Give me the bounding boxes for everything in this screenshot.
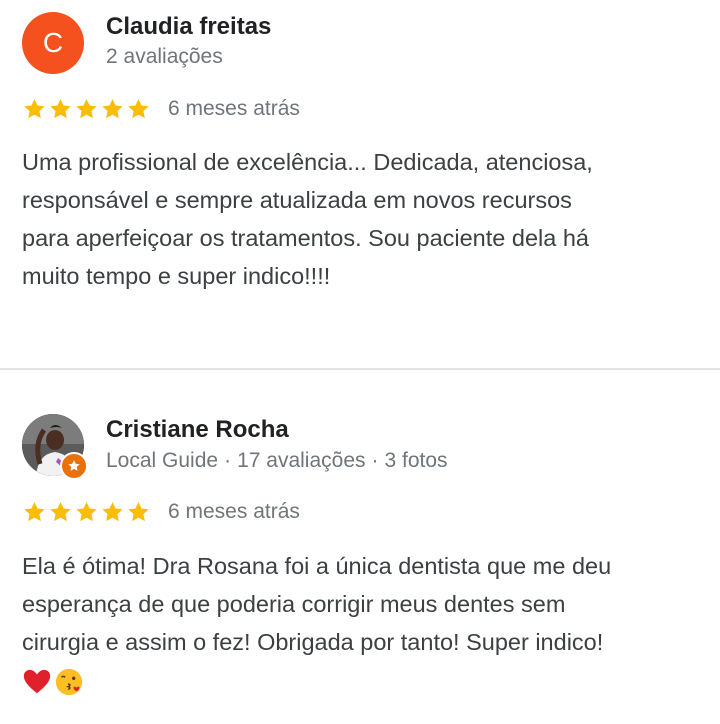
kissing-face-icon	[55, 668, 83, 695]
reviewer-name[interactable]: Cristiane Rocha	[106, 416, 289, 444]
review-text-line: para aperfeiçoar os tratamentos. Sou pac…	[22, 225, 589, 251]
review-text-line: Uma profissional de excelência... Dedica…	[22, 149, 593, 175]
review-time: 6 meses atrás	[168, 97, 300, 120]
star-rating	[22, 500, 152, 525]
avatar[interactable]	[22, 414, 88, 480]
review-text-line: Ela é ótima! Dra Rosana foi a única dent…	[22, 553, 612, 579]
avatar[interactable]: C	[22, 12, 84, 74]
star-rating	[22, 97, 152, 122]
photos-count: 3 fotos	[384, 449, 448, 472]
star-icon	[102, 501, 123, 521]
review-text-line: responsável e sempre atualizada em novos…	[22, 187, 572, 213]
star-icon	[24, 501, 45, 521]
star-icon	[24, 98, 45, 118]
review-card: Cristiane Rocha Local Guide · 17 avaliaçõe…	[0, 370, 720, 724]
reviewer-meta: Local Guide · 17 avaliações · 3 fotos	[106, 449, 448, 473]
rating-row: 6 meses atrás	[22, 94, 300, 124]
local-guide-badge-icon	[60, 452, 88, 480]
review-text: Ela é ótima! Dra Rosana foi a única dent…	[22, 547, 702, 699]
star-icon	[102, 98, 123, 118]
separator: ·	[371, 449, 379, 472]
star-icon	[50, 98, 71, 118]
review-text: Uma profissional de excelência... Dedica…	[22, 143, 702, 295]
star-icon	[76, 501, 97, 521]
star-icon	[50, 501, 71, 521]
review-card: C Claudia freitas 2 avaliações 6 meses a…	[0, 0, 720, 368]
red-heart-icon	[23, 669, 51, 694]
review-text-line: esperança de que poderia corrigir meus d…	[22, 591, 566, 617]
review-text-line: cirurgia e assim o fez! Obrigada por tan…	[22, 629, 604, 655]
review-text-line: muito tempo e super indico!!!!	[22, 263, 331, 289]
reviews-count: 2 avaliações	[106, 45, 223, 68]
star-icon	[128, 98, 149, 118]
rating-row: 6 meses atrás	[22, 497, 300, 527]
separator: ·	[224, 449, 232, 472]
star-badge-icon	[68, 460, 80, 471]
star-icon	[76, 98, 97, 118]
review-emojis	[22, 661, 702, 699]
reviewer-name[interactable]: Claudia freitas	[106, 13, 271, 41]
reviewer-meta: 2 avaliações	[106, 45, 223, 69]
star-icon	[128, 501, 149, 521]
review-time: 6 meses atrás	[168, 500, 300, 523]
reviews-count: 17 avaliações	[237, 449, 366, 472]
avatar-letter: C	[42, 27, 64, 58]
local-guide-label: Local Guide	[106, 449, 219, 472]
